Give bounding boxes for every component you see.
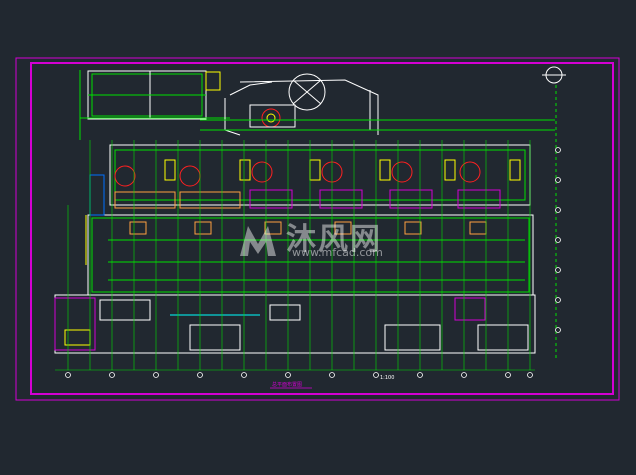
cad-viewport[interactable]: 总平面布置图 1:100 沐风网 www.mfcad.com [0,0,636,475]
north-marker-icon [542,66,566,360]
silo-structure [200,73,555,136]
lower-rooms [54,294,536,354]
mf-logo-icon [240,226,276,256]
scale-label: 1:100 [380,375,394,381]
watermark-url: www.mfcad.com [292,246,383,259]
equipment-row [109,144,531,209]
drawing-title: 总平面布置图 [272,381,302,388]
